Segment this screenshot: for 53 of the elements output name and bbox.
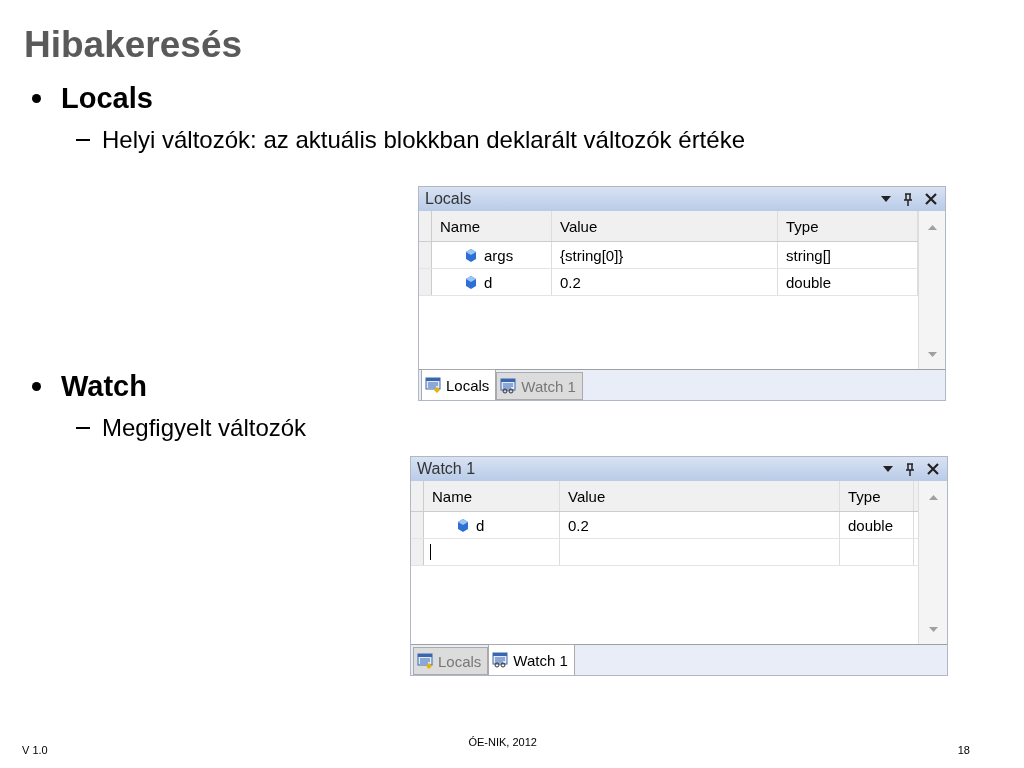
table-cell: d <box>484 273 493 291</box>
bullet-heading: Watch <box>61 369 147 403</box>
bullet-icon <box>32 93 41 103</box>
table-icon <box>425 377 443 393</box>
row-header[interactable] <box>411 512 424 538</box>
glasses-table-icon <box>500 378 519 394</box>
table-cell: 0.2 <box>560 273 581 291</box>
row-header[interactable] <box>411 539 424 565</box>
scroll-down-icon[interactable] <box>927 352 937 357</box>
dash-icon <box>76 427 90 429</box>
dropdown-icon[interactable] <box>883 466 893 472</box>
pin-icon[interactable] <box>903 192 913 206</box>
column-header[interactable]: Value <box>552 211 778 241</box>
column-header[interactable]: Type <box>840 481 914 511</box>
table-cell: {string[0]} <box>560 246 624 264</box>
version-label: V 1.0 <box>22 744 48 756</box>
glasses-table-icon <box>492 652 511 668</box>
window-tab[interactable]: Watch 1 <box>488 644 575 675</box>
column-header[interactable]: Name <box>432 211 552 241</box>
window-title: Watch 1 <box>417 460 476 478</box>
bullet-icon <box>32 381 41 391</box>
row-header[interactable] <box>419 269 432 295</box>
variable-icon <box>466 248 476 262</box>
column-header[interactable]: Name <box>424 481 560 511</box>
table-cell: double <box>848 516 894 534</box>
variable-icon <box>458 518 468 532</box>
table-cell: string[] <box>786 246 831 264</box>
slide-title: Hibakeresés <box>24 23 244 67</box>
bullet-heading: Locals <box>61 81 153 115</box>
scrollbar[interactable] <box>918 481 947 644</box>
pin-icon[interactable] <box>905 462 915 476</box>
scroll-up-icon[interactable] <box>928 495 938 500</box>
page-number: 18 <box>957 744 970 756</box>
window-tab[interactable]: Locals <box>421 369 497 400</box>
sub-bullet-text: Megfigyelt változók <box>102 414 307 442</box>
table-cell: args <box>484 246 514 264</box>
close-icon[interactable] <box>927 463 939 475</box>
table-icon <box>417 653 435 669</box>
scrollbar[interactable] <box>918 211 945 369</box>
sub-bullet-text: Helyi változók: az aktuális blokkban deklarált változók értéke <box>102 126 745 154</box>
table-cell: 0.2 <box>568 516 589 534</box>
row-header[interactable] <box>419 242 432 268</box>
variable-icon <box>466 275 476 289</box>
scroll-up-icon[interactable] <box>927 225 937 230</box>
column-header[interactable]: Value <box>560 481 840 511</box>
footer-text: ÓE-NIK, 2012 <box>468 736 537 750</box>
table-cell: d <box>476 516 485 534</box>
dropdown-icon[interactable] <box>881 196 891 202</box>
dash-icon <box>76 139 90 141</box>
table-cell: double <box>786 273 832 291</box>
scroll-down-icon[interactable] <box>928 627 938 632</box>
close-icon[interactable] <box>925 193 937 205</box>
window-title: Locals <box>425 190 472 208</box>
